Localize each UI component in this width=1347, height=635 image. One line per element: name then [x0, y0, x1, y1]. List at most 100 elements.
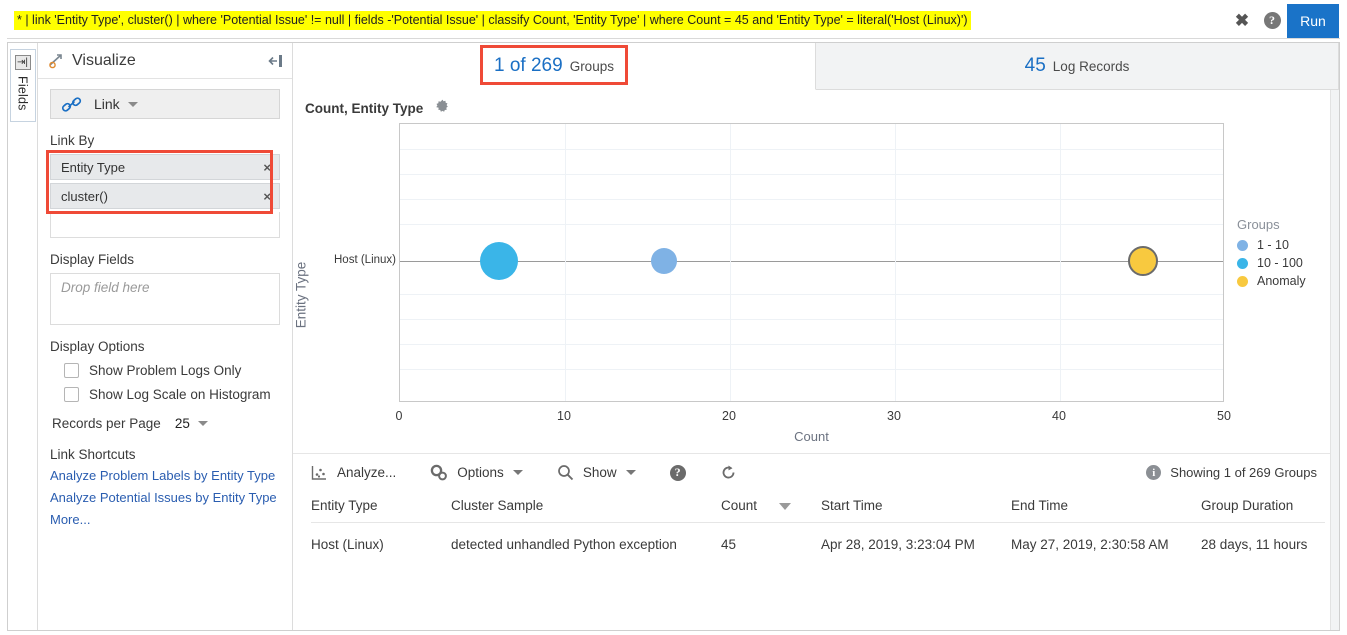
visualize-panel-header: Visualize: [38, 43, 292, 79]
toolbar-help-button[interactable]: ?: [670, 465, 686, 481]
cell-count[interactable]: 45: [721, 523, 821, 553]
cell-group-duration: 28 days, 11 hours: [1201, 523, 1325, 553]
checkbox-label: Show Log Scale on Histogram: [89, 387, 271, 402]
analyze-button[interactable]: Analyze...: [311, 465, 396, 481]
legend-item-10-100[interactable]: 10 - 100: [1237, 256, 1306, 270]
gridline-category-host-linux: [400, 261, 1223, 262]
link-by-chip-cluster[interactable]: cluster() ×: [50, 183, 280, 209]
show-button[interactable]: Show: [557, 464, 636, 481]
info-icon: i: [1146, 465, 1161, 480]
gridline-v: [565, 124, 566, 401]
help-icon: ?: [1264, 12, 1281, 29]
app-frame: ⇥| Fields Visualize: [7, 42, 1340, 631]
refresh-button[interactable]: [720, 464, 737, 481]
column-header-start-time[interactable]: Start Time: [821, 491, 1011, 523]
shortcut-analyze-potential-issues[interactable]: Analyze Potential Issues by Entity Type: [50, 489, 280, 506]
expand-panel-icon[interactable]: ⇥|: [15, 55, 31, 70]
link-shortcuts-label: Link Shortcuts: [50, 447, 280, 462]
display-options-label: Display Options: [50, 339, 280, 354]
column-header-entity-type[interactable]: Entity Type: [311, 491, 451, 523]
display-fields-label: Display Fields: [50, 252, 280, 267]
sort-descending-icon[interactable]: [779, 503, 791, 510]
legend-color-swatch: [1237, 276, 1248, 287]
run-button[interactable]: Run: [1287, 4, 1339, 38]
tab-log-records-count: 45: [1025, 55, 1046, 77]
fields-rail-label: Fields: [16, 76, 30, 111]
fields-tab[interactable]: ⇥| Fields: [10, 49, 36, 122]
display-fields-dropzone[interactable]: Drop field here: [50, 273, 280, 325]
remove-chip-icon[interactable]: ×: [263, 189, 271, 204]
gridline-h: [400, 369, 1223, 370]
shortcut-analyze-problem-labels[interactable]: Analyze Problem Labels by Entity Type: [50, 467, 280, 484]
legend-color-swatch: [1237, 258, 1248, 269]
scatter-plot-icon: [311, 465, 328, 481]
tab-groups[interactable]: 1 of 269 Groups: [293, 43, 816, 90]
column-header-end-time[interactable]: End Time: [1011, 491, 1201, 523]
checkbox-label: Show Problem Logs Only: [89, 363, 241, 378]
gridline-h: [400, 319, 1223, 320]
gridline-h: [400, 174, 1223, 175]
legend-label: 10 - 100: [1257, 256, 1303, 270]
checkbox-icon[interactable]: [64, 363, 79, 378]
checkbox-show-problem-logs-only[interactable]: Show Problem Logs Only: [64, 363, 280, 378]
query-input[interactable]: * | link 'Entity Type', cluster() | wher…: [14, 11, 971, 30]
gridline-v: [1060, 124, 1061, 401]
column-header-group-duration[interactable]: Group Duration: [1201, 491, 1325, 523]
visualize-panel-body: Link Link By Entity Type × cluster() ×: [38, 79, 292, 528]
chart-y-axis-ticks: Host (Linux): [313, 117, 396, 453]
tab-log-records-label: Log Records: [1053, 59, 1130, 74]
legend-item-anomaly[interactable]: Anomaly: [1237, 274, 1306, 288]
collapse-panel-icon[interactable]: [267, 53, 284, 69]
chart-type-select[interactable]: Link: [50, 89, 280, 119]
query-help-button[interactable]: ?: [1257, 3, 1287, 39]
chevron-down-icon: [128, 102, 138, 107]
x-tick-label: 20: [722, 409, 736, 423]
column-header-cluster-sample[interactable]: Cluster Sample: [451, 491, 721, 523]
bubble-point-anomaly[interactable]: [1128, 246, 1158, 276]
chart-x-axis-label: Count: [399, 429, 1224, 444]
cell-end-time: May 27, 2019, 2:30:58 AM: [1011, 523, 1201, 553]
y-tick-label: Host (Linux): [334, 254, 396, 266]
remove-chip-icon[interactable]: ×: [263, 160, 271, 175]
gridline-h: [400, 294, 1223, 295]
analyze-label: Analyze...: [337, 465, 396, 480]
chart-y-axis-label: Entity Type: [294, 262, 309, 329]
bubble-point-1[interactable]: [480, 242, 518, 280]
link-by-label: Link By: [50, 133, 280, 148]
result-tabs: 1 of 269 Groups 45 Log Records: [293, 43, 1339, 90]
tab-log-records[interactable]: 45 Log Records: [816, 43, 1339, 90]
x-tick-label: 40: [1052, 409, 1066, 423]
checkbox-show-log-scale-on-histogram[interactable]: Show Log Scale on Histogram: [64, 387, 280, 402]
chevron-down-icon: [513, 470, 523, 475]
link-icon: [61, 96, 82, 113]
records-per-page-label: Records per Page: [52, 416, 161, 431]
checkbox-icon[interactable]: [64, 387, 79, 402]
column-header-count-label: Count: [721, 498, 757, 513]
app-screenshot: * | link 'Entity Type', cluster() | wher…: [0, 0, 1347, 635]
shortcut-more[interactable]: More...: [50, 511, 280, 528]
cell-entity-type[interactable]: Host (Linux): [311, 523, 451, 553]
main-content: 1 of 269 Groups 45 Log Records Count, En…: [293, 43, 1339, 630]
options-button[interactable]: Options: [430, 464, 523, 481]
x-tick-label: 10: [557, 409, 571, 423]
visualize-icon: [48, 52, 65, 69]
table-row[interactable]: Host (Linux) detected unhandled Python e…: [311, 523, 1325, 553]
link-by-dropzone[interactable]: [50, 212, 280, 238]
column-header-count[interactable]: Count: [721, 491, 821, 523]
records-per-page[interactable]: Records per Page 25: [52, 416, 280, 431]
vertical-scrollbar[interactable]: [1330, 90, 1339, 630]
clear-query-button[interactable]: ✖: [1227, 3, 1257, 39]
table-header-row: Entity Type Cluster Sample Count Start T…: [311, 491, 1325, 523]
legend-item-1-10[interactable]: 1 - 10: [1237, 238, 1306, 252]
chevron-down-icon: [626, 470, 636, 475]
chevron-down-icon[interactable]: [198, 421, 208, 426]
tab-groups-label: Groups: [570, 59, 614, 74]
bubble-point-2[interactable]: [651, 248, 677, 274]
gear-icon[interactable]: [435, 99, 450, 117]
tab-groups-count: 1 of 269: [494, 55, 563, 77]
legend-color-swatch: [1237, 240, 1248, 251]
link-by-chip-entity-type[interactable]: Entity Type ×: [50, 154, 280, 180]
gridline-h: [400, 199, 1223, 200]
cell-start-time: Apr 28, 2019, 3:23:04 PM: [821, 523, 1011, 553]
help-icon: ?: [670, 465, 686, 481]
